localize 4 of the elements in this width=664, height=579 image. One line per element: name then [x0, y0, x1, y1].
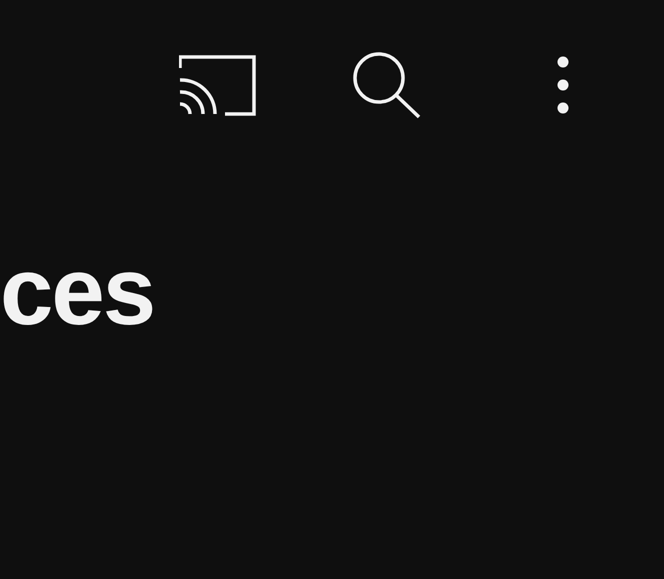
search-icon[interactable]: [352, 51, 422, 119]
cast-icon[interactable]: [179, 54, 256, 116]
page-title: ces: [0, 244, 154, 340]
more-icon[interactable]: [556, 56, 570, 114]
